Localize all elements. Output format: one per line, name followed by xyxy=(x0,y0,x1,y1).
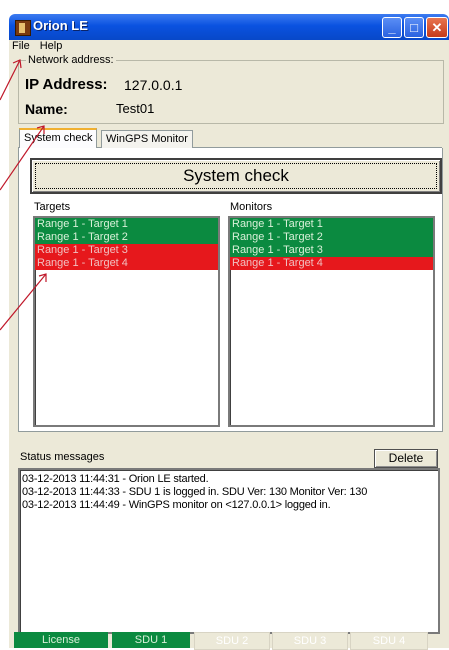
arrow-to-network xyxy=(0,59,21,101)
arrow-to-name xyxy=(0,125,45,191)
arrow-to-targets xyxy=(0,273,47,331)
annotation-arrows xyxy=(0,59,47,331)
